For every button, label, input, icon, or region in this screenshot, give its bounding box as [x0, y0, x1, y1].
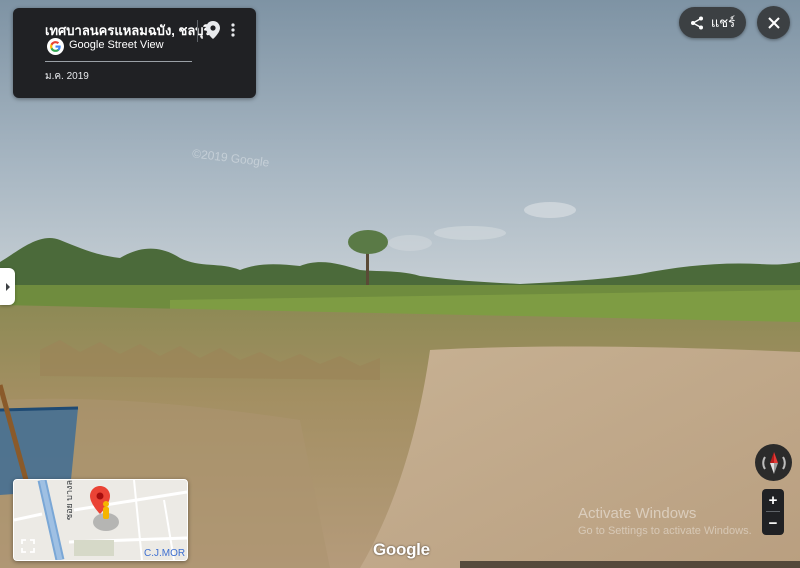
activate-windows-subtitle: Go to Settings to activate Windows. — [578, 525, 752, 537]
close-button[interactable] — [757, 6, 790, 39]
divider — [197, 20, 198, 42]
zoom-out-button[interactable]: − — [762, 512, 784, 534]
activate-windows-title: Activate Windows — [578, 505, 697, 522]
more-vert-icon — [231, 23, 235, 37]
location-info-card: เทศบาลนครแหลมฉบัง, ชลบุรี Google Street … — [13, 8, 256, 98]
zoom-controls: + − — [762, 489, 784, 535]
minimap-expand-button[interactable] — [19, 537, 37, 555]
share-button[interactable]: แชร์ — [679, 7, 746, 38]
minimap-road-label: ซอย บางละ — [64, 479, 74, 520]
share-label: แชร์ — [710, 15, 736, 30]
google-logo: Google — [373, 540, 430, 559]
fullscreen-icon — [21, 539, 35, 553]
divider — [45, 61, 192, 62]
minimap-place-label: C.J.MOR — [144, 548, 186, 559]
street-view-label: Google Street View — [69, 39, 164, 51]
side-panel-toggle[interactable] — [0, 268, 15, 305]
footer-strip — [460, 561, 800, 568]
map-pin-icon — [206, 21, 220, 39]
street-view-logo-icon — [47, 38, 64, 55]
close-icon — [767, 16, 780, 29]
compass-button[interactable] — [755, 444, 792, 481]
chevron-right-icon — [5, 282, 10, 291]
place-name: เทศบาลนครแหลมฉบัง, ชลบุรี — [45, 23, 211, 38]
zoom-in-button[interactable]: + — [762, 489, 784, 511]
more-options-button[interactable] — [226, 18, 240, 42]
share-icon — [690, 16, 703, 29]
minimap[interactable]: ซอย บางละ C.J.MOR — [13, 479, 188, 561]
capture-date: ม.ค. 2019 — [45, 71, 89, 82]
compass-icon — [761, 451, 786, 474]
map-pin-button[interactable] — [203, 18, 223, 42]
